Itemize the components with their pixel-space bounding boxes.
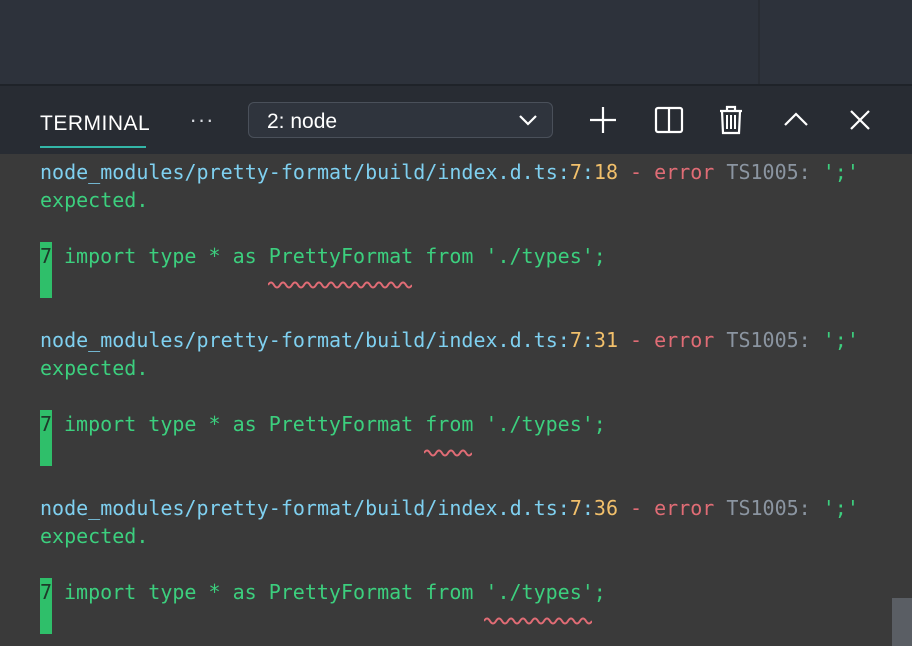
source-line-number: 7: [40, 244, 53, 268]
error-message-continuation: expected.: [40, 356, 149, 380]
error-code: TS1005:: [726, 160, 811, 184]
split-terminal-icon[interactable]: [653, 104, 685, 136]
line-number: 7: [569, 160, 582, 184]
error-level: error: [654, 496, 715, 520]
error-message-continuation: expected.: [40, 188, 149, 212]
error-level: error: [654, 328, 715, 352]
separator-dash: -: [630, 328, 643, 352]
more-actions-icon[interactable]: ···: [186, 108, 218, 132]
plus-icon[interactable]: [587, 104, 619, 136]
terminal-select[interactable]: 2: node: [248, 102, 553, 138]
error-squiggle: [424, 449, 472, 457]
terminal-output[interactable]: [0, 154, 912, 646]
column-number: 31: [593, 328, 618, 352]
error-header-line: node_modules/pretty-format/build/index.d…: [40, 328, 859, 352]
error-level: error: [654, 160, 715, 184]
error-code: TS1005:: [726, 496, 811, 520]
error-code: TS1005:: [726, 328, 811, 352]
editor-divider: [758, 0, 760, 84]
chevron-down-icon: [519, 115, 537, 126]
error-header-line: node_modules/pretty-format/build/index.d…: [40, 160, 859, 184]
trash-icon[interactable]: [715, 104, 747, 136]
source-line-number: 7: [40, 412, 53, 436]
scrollbar-thumb[interactable]: [892, 598, 912, 646]
chevron-up-icon[interactable]: [780, 104, 812, 136]
close-icon[interactable]: [844, 104, 876, 136]
editor-area: [0, 0, 912, 84]
terminal-select-value: 2: node: [267, 110, 338, 133]
line-number: 7: [569, 496, 582, 520]
source-line: import type * as PrettyFormat from './ty…: [64, 412, 606, 436]
error-message: ';': [822, 160, 859, 184]
column-number: 18: [593, 160, 618, 184]
file-path[interactable]: node_modules/pretty-format/build/index.d…: [40, 160, 558, 184]
line-number: 7: [569, 328, 582, 352]
error-header-line: node_modules/pretty-format/build/index.d…: [40, 496, 859, 520]
separator-dash: -: [630, 160, 643, 184]
separator-dash: -: [630, 496, 643, 520]
error-message: ';': [822, 496, 859, 520]
source-line: import type * as PrettyFormat from './ty…: [64, 244, 606, 268]
file-path[interactable]: node_modules/pretty-format/build/index.d…: [40, 328, 558, 352]
tab-active-indicator: [40, 146, 146, 148]
column-number: 36: [593, 496, 618, 520]
error-message: ';': [822, 328, 859, 352]
error-squiggle: [268, 281, 412, 289]
tab-terminal[interactable]: TERMINAL: [40, 112, 150, 136]
error-squiggle: [484, 617, 592, 625]
source-line: import type * as PrettyFormat from './ty…: [64, 580, 606, 604]
source-line-number: 7: [40, 580, 53, 604]
file-path[interactable]: node_modules/pretty-format/build/index.d…: [40, 496, 558, 520]
error-message-continuation: expected.: [40, 524, 149, 548]
